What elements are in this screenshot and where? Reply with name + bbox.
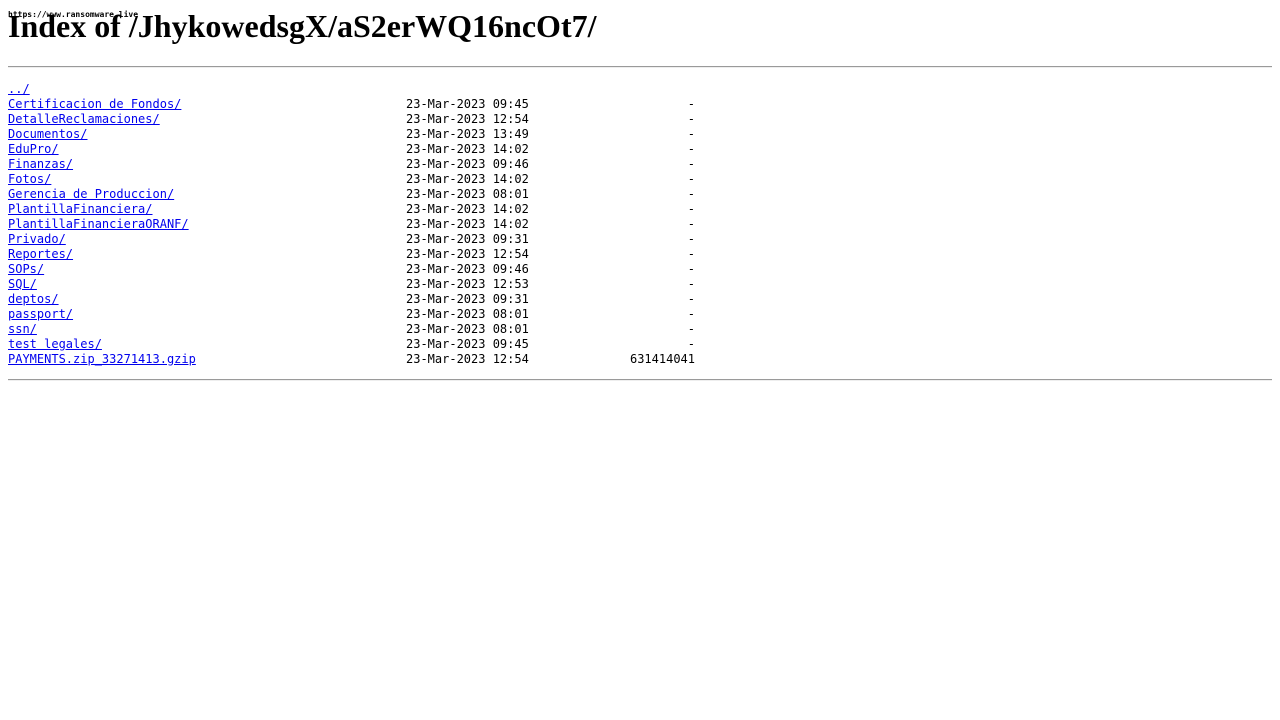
file-size: - <box>687 172 695 186</box>
modified-date: 23-Mar-2023 09:46 <box>406 157 529 171</box>
modified-date: 23-Mar-2023 14:02 <box>406 142 529 156</box>
folder-link[interactable]: passport/ <box>8 307 73 322</box>
modified-date: 23-Mar-2023 09:31 <box>406 232 529 246</box>
modified-date: 23-Mar-2023 14:02 <box>406 202 529 216</box>
folder-link[interactable]: Documentos/ <box>8 127 87 142</box>
modified-date: 23-Mar-2023 08:01 <box>406 322 529 336</box>
modified-date: 23-Mar-2023 09:45 <box>406 97 529 111</box>
folder-link[interactable]: deptos/ <box>8 292 59 307</box>
top-divider <box>8 66 1272 68</box>
file-size: - <box>687 232 695 246</box>
parent-directory-link[interactable]: ../ <box>8 82 30 97</box>
file-size: - <box>687 337 695 351</box>
folder-link[interactable]: SQL/ <box>8 277 37 292</box>
file-size: - <box>687 157 695 171</box>
folder-link[interactable]: EduPro/ <box>8 142 59 157</box>
file-size: - <box>687 307 695 321</box>
modified-date: 23-Mar-2023 13:49 <box>406 127 529 141</box>
file-size: - <box>687 322 695 336</box>
folder-link[interactable]: Fotos/ <box>8 172 51 187</box>
folder-link[interactable]: Gerencia de Produccion/ <box>8 187 174 202</box>
folder-link[interactable]: SOPs/ <box>8 262 44 277</box>
modified-date: 23-Mar-2023 09:45 <box>406 337 529 351</box>
file-size: - <box>687 262 695 276</box>
file-size: - <box>687 247 695 261</box>
watermark-url: https://www.ransomware.live <box>8 10 139 19</box>
file-size: - <box>687 112 695 126</box>
file-size: - <box>687 292 695 306</box>
modified-date: 23-Mar-2023 12:54 <box>406 112 529 126</box>
folder-link[interactable]: Privado/ <box>8 232 66 247</box>
modified-date: 23-Mar-2023 08:01 <box>406 187 529 201</box>
folder-link[interactable]: PlantillaFinanciera/ <box>8 202 153 217</box>
file-size: - <box>687 142 695 156</box>
folder-link[interactable]: test legales/ <box>8 337 102 352</box>
file-size: 631414041 <box>629 352 695 366</box>
folder-link[interactable]: Reportes/ <box>8 247 73 262</box>
file-size: - <box>687 277 695 291</box>
modified-date: 23-Mar-2023 12:54 <box>406 352 529 366</box>
folder-link[interactable]: PlantillaFinancieraORANF/ <box>8 217 189 232</box>
file-size: - <box>687 127 695 141</box>
modified-date: 23-Mar-2023 09:46 <box>406 262 529 276</box>
file-size: - <box>687 202 695 216</box>
modified-date: 23-Mar-2023 12:53 <box>406 277 529 291</box>
modified-date: 23-Mar-2023 08:01 <box>406 307 529 321</box>
modified-date: 23-Mar-2023 14:02 <box>406 217 529 231</box>
folder-link[interactable]: Certificacion de Fondos/ <box>8 97 181 112</box>
file-size: - <box>687 217 695 231</box>
file-link[interactable]: PAYMENTS.zip_33271413.gzip <box>8 352 196 367</box>
folder-link[interactable]: DetalleReclamaciones/ <box>8 112 160 127</box>
bottom-divider <box>8 379 1272 381</box>
file-size: - <box>687 187 695 201</box>
modified-date: 23-Mar-2023 09:31 <box>406 292 529 306</box>
folder-link[interactable]: ssn/ <box>8 322 37 337</box>
folder-link[interactable]: Finanzas/ <box>8 157 73 172</box>
modified-date: 23-Mar-2023 14:02 <box>406 172 529 186</box>
file-size: - <box>687 97 695 111</box>
modified-date: 23-Mar-2023 12:54 <box>406 247 529 261</box>
